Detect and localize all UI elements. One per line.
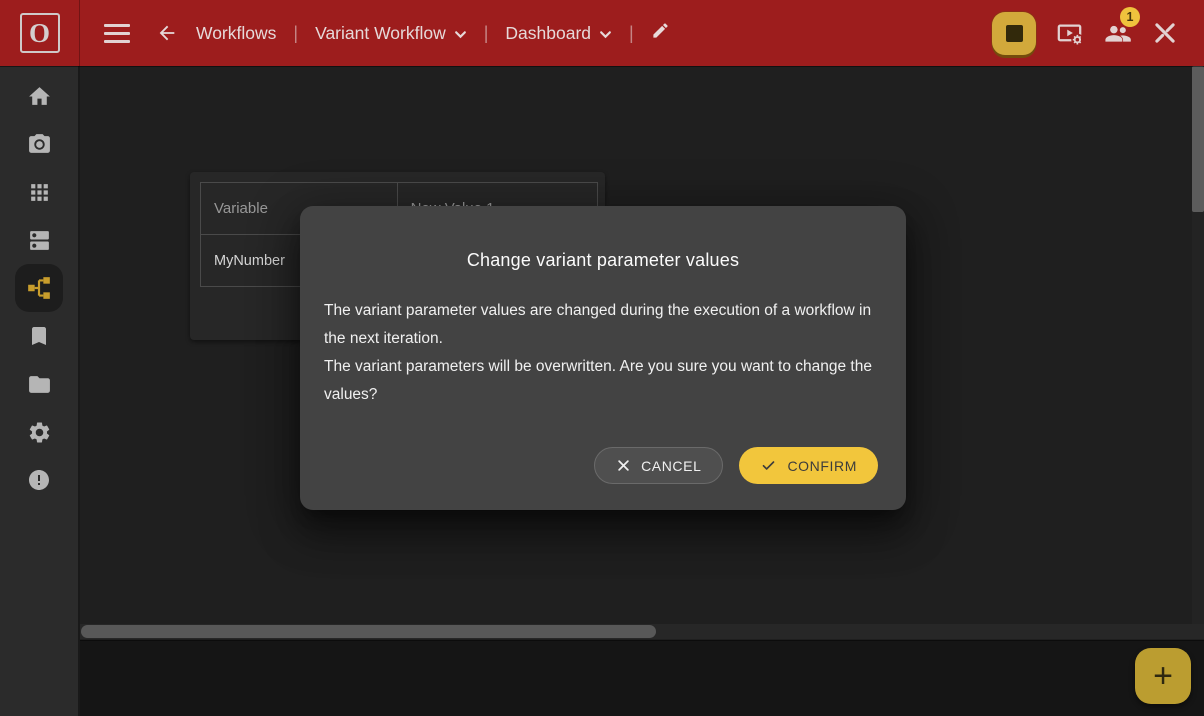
tools-button[interactable] xyxy=(1152,20,1178,46)
dialog-actions: CANCEL CONFIRM xyxy=(594,447,878,484)
settings-gear-icon xyxy=(27,420,52,445)
breadcrumb-separator: | xyxy=(293,23,298,44)
stop-workflow-button[interactable] xyxy=(992,12,1036,55)
confirm-button-label: CONFIRM xyxy=(787,458,857,474)
folder-icon xyxy=(27,372,52,397)
sidebar-item-settings[interactable] xyxy=(15,408,63,456)
breadcrumb-label: Workflows xyxy=(196,23,276,44)
bottom-panel xyxy=(80,640,1204,716)
breadcrumb-label: Dashboard xyxy=(505,23,591,44)
sidebar-item-apps[interactable] xyxy=(15,168,63,216)
breadcrumb-label: Variant Workflow xyxy=(315,23,446,44)
close-x-icon xyxy=(616,458,631,473)
workflow-tree-icon xyxy=(26,275,52,301)
sidebar-nav xyxy=(0,66,80,716)
breadcrumb-separator: | xyxy=(484,23,489,44)
error-icon xyxy=(27,468,51,492)
logo-o-icon: O xyxy=(20,13,60,53)
breadcrumb-view-select[interactable]: Dashboard xyxy=(505,23,612,44)
menu-icon[interactable] xyxy=(104,24,130,43)
back-arrow-icon xyxy=(156,22,178,44)
apps-grid-icon xyxy=(27,180,52,205)
dialog-body: The variant parameter values are changed… xyxy=(324,297,882,409)
cancel-button[interactable]: CANCEL xyxy=(594,447,723,484)
breadcrumb: Workflows | Variant Workflow | Dashboard… xyxy=(156,21,670,45)
app-logo: O xyxy=(0,0,80,66)
topbar-actions: 1 xyxy=(992,12,1204,55)
add-widget-button[interactable]: + xyxy=(1135,648,1191,704)
tools-icon xyxy=(1152,20,1178,46)
vertical-scrollbar-thumb[interactable] xyxy=(1192,66,1204,212)
chevron-down-icon xyxy=(454,30,467,39)
cancel-button-label: CANCEL xyxy=(641,458,701,474)
users-count-badge: 1 xyxy=(1120,7,1140,27)
plus-icon: + xyxy=(1153,659,1173,693)
video-settings-button[interactable] xyxy=(1056,20,1083,47)
server-list-icon xyxy=(27,228,52,253)
video-settings-icon xyxy=(1056,20,1083,47)
confirm-dialog: Change variant parameter values The vari… xyxy=(300,206,906,510)
breadcrumb-workflow-select[interactable]: Variant Workflow xyxy=(315,23,467,44)
dialog-text-line: The variant parameters will be overwritt… xyxy=(324,353,882,409)
stop-icon xyxy=(1006,25,1023,42)
sidebar-item-camera[interactable] xyxy=(15,120,63,168)
sidebar-item-workflows[interactable] xyxy=(15,264,63,312)
horizontal-scrollbar xyxy=(80,624,1204,639)
sidebar-item-home[interactable] xyxy=(15,72,63,120)
vertical-scrollbar xyxy=(1192,66,1204,624)
dialog-title: Change variant parameter values xyxy=(300,250,906,271)
edit-dashboard-button[interactable] xyxy=(651,21,670,45)
home-icon xyxy=(27,84,52,109)
check-icon xyxy=(760,458,777,473)
sidebar-item-bookmarks[interactable] xyxy=(15,312,63,360)
sidebar-item-errors[interactable] xyxy=(15,456,63,504)
breadcrumb-back-workflows[interactable]: Workflows xyxy=(156,22,276,44)
confirm-button[interactable]: CONFIRM xyxy=(739,447,878,484)
top-bar: O Workflows | Variant Workflow | Dashboa… xyxy=(0,0,1204,66)
horizontal-scrollbar-thumb[interactable] xyxy=(81,625,656,638)
breadcrumb-separator: | xyxy=(629,23,634,44)
dialog-text-line: The variant parameter values are changed… xyxy=(324,297,882,353)
active-users-button[interactable]: 1 xyxy=(1103,19,1132,48)
bookmark-icon xyxy=(27,324,51,348)
pencil-icon xyxy=(651,21,670,45)
app-window: O Workflows | Variant Workflow | Dashboa… xyxy=(0,0,1204,716)
chevron-down-icon xyxy=(599,30,612,39)
camera-icon xyxy=(27,132,52,157)
sidebar-item-files[interactable] xyxy=(15,360,63,408)
sidebar-item-servers[interactable] xyxy=(15,216,63,264)
